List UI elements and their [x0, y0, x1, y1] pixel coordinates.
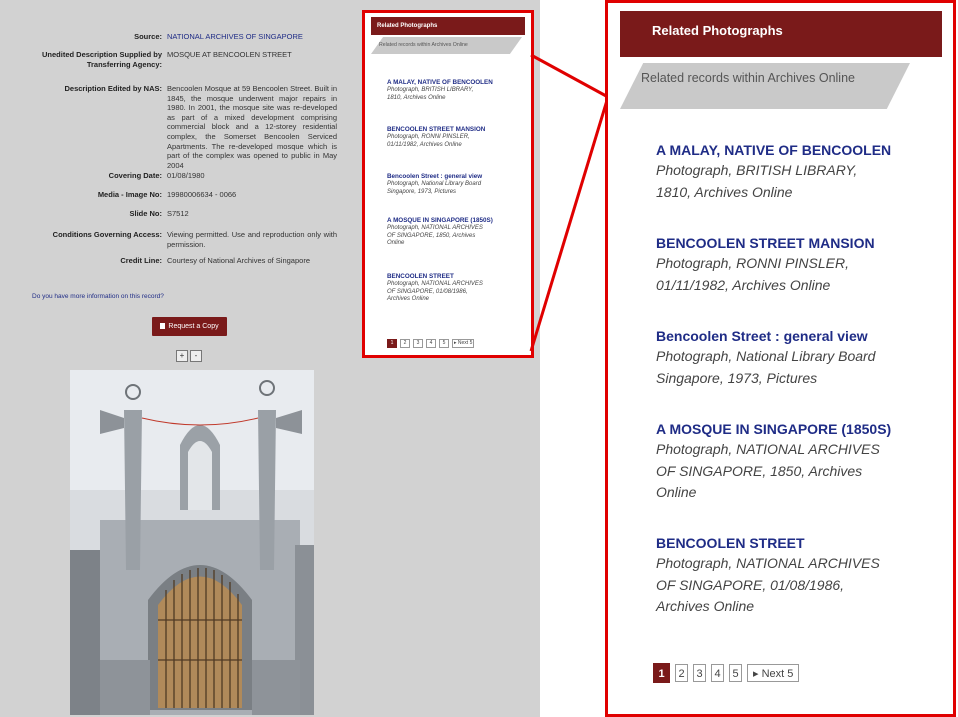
- next-arrow-icon: ▸: [753, 668, 759, 680]
- related-item-desc: Photograph, NATIONAL ARCHIVES: [387, 281, 483, 287]
- related-item[interactable]: A MOSQUE IN SINGAPORE (1850S) Photograph…: [656, 419, 926, 504]
- related-item[interactable]: BENCOOLEN STREET MANSION Photograph, RON…: [656, 233, 926, 296]
- related-item-title[interactable]: BENCOOLEN STREET MANSION: [656, 233, 926, 253]
- related-item-desc: OF SINGAPORE, 01/08/1986,: [387, 288, 468, 295]
- related-item-desc: Photograph, BRITISH LIBRARY,: [656, 162, 858, 178]
- related-item-title[interactable]: A MOSQUE IN SINGAPORE (1850S): [656, 419, 926, 439]
- page-3-button[interactable]: 3: [413, 339, 423, 348]
- related-item-title[interactable]: BENCOOLEN STREET: [656, 533, 926, 553]
- related-header: Related Photographs: [371, 17, 525, 35]
- related-item[interactable]: A MALAY, NATIVE OF BENCOOLEN Photograph,…: [656, 140, 926, 203]
- related-item-desc: 1810, Archives Online: [656, 183, 793, 200]
- next-page-button[interactable]: ▸ Next 5: [452, 339, 475, 348]
- related-item-title[interactable]: Bencoolen Street : general view: [387, 173, 522, 181]
- related-item[interactable]: A MOSQUE IN SINGAPORE (1850S) Photograph…: [387, 217, 522, 248]
- field-label: Conditions Governing Access:: [52, 230, 162, 239]
- field-value: S7512: [167, 209, 189, 218]
- field-value: Courtesy of National Archives of Singapo…: [167, 256, 310, 265]
- related-item-title[interactable]: BENCOOLEN STREET: [387, 273, 522, 281]
- related-item[interactable]: Bencoolen Street : general view Photogra…: [387, 173, 522, 196]
- related-item-title[interactable]: A MOSQUE IN SINGAPORE (1850S): [387, 217, 522, 225]
- related-item-desc: Photograph, RONNI PINSLER,: [656, 255, 849, 271]
- mosque-photo-illustration: [70, 370, 314, 715]
- page-1-button[interactable]: 1: [653, 663, 670, 683]
- field-value: Viewing permitted. Use and reproduction …: [167, 230, 337, 249]
- related-item-desc: OF SINGAPORE, 1850, Archives: [656, 462, 863, 479]
- related-item-desc: 01/11/1982, Archives Online: [387, 141, 462, 148]
- related-item-desc: OF SINGAPORE, 1850, Archives: [387, 232, 476, 239]
- related-item-desc: Photograph, NATIONAL ARCHIVES: [656, 441, 880, 457]
- record-page: Source: NATIONAL ARCHIVES OF SINGAPORE U…: [0, 0, 540, 717]
- record-details: Source: NATIONAL ARCHIVES OF SINGAPORE U…: [8, 8, 360, 717]
- related-item-desc: Photograph, NATIONAL ARCHIVES: [387, 225, 483, 231]
- more-info-link[interactable]: Do you have more information on this rec…: [32, 293, 164, 300]
- page-5-button[interactable]: 5: [439, 339, 449, 348]
- pagination: 1 2 3 4 5 ▸ Next 5: [387, 339, 475, 348]
- related-item-desc: Archives Online: [656, 598, 755, 614]
- field-value: MOSQUE AT BENCOOLEN STREET: [167, 50, 292, 59]
- related-item-desc: Online: [387, 240, 405, 246]
- field-label: Credit Line:: [120, 256, 162, 265]
- field-value: 19980006634 - 0066: [167, 190, 237, 199]
- field-label: Description Edited by NAS:: [64, 84, 162, 93]
- zoom-in-button[interactable]: +: [176, 350, 188, 362]
- page-5-button[interactable]: 5: [729, 664, 742, 682]
- zoom-out-button[interactable]: -: [190, 350, 202, 362]
- field-label: Slide No:: [129, 209, 162, 218]
- related-item[interactable]: Bencoolen Street : general view Photogra…: [656, 326, 926, 389]
- related-item[interactable]: BENCOOLEN STREET MANSION Photograph, RON…: [387, 126, 522, 149]
- related-header: Related Photographs: [620, 11, 942, 57]
- field-value[interactable]: NATIONAL ARCHIVES OF SINGAPORE: [167, 32, 337, 42]
- related-panel-small: Related Photographs Related records with…: [362, 10, 534, 358]
- field-value: 01/08/1980: [167, 171, 205, 180]
- related-item-title[interactable]: A MALAY, NATIVE OF BENCOOLEN: [387, 79, 522, 87]
- field-label: Source:: [134, 32, 162, 41]
- related-item-desc: Photograph, BRITISH LIBRARY,: [387, 87, 474, 93]
- related-item-desc: OF SINGAPORE, 01/08/1986,: [656, 576, 845, 593]
- related-item[interactable]: BENCOOLEN STREET Photograph, NATIONAL AR…: [387, 273, 522, 304]
- field-label: Media - Image No:: [97, 190, 162, 199]
- related-item-desc: Archives Online: [387, 296, 430, 302]
- related-item-desc: Online: [656, 484, 697, 500]
- related-item-desc: 1810, Archives Online: [387, 94, 446, 101]
- next-page-button[interactable]: ▸ Next 5: [747, 664, 800, 682]
- field-label: Unedited Description Supplied by Transfe…: [41, 50, 162, 69]
- related-item-desc: Photograph, NATIONAL ARCHIVES: [656, 555, 880, 571]
- related-item-desc: Photograph, National Library Board: [656, 348, 876, 364]
- related-item-title[interactable]: Bencoolen Street : general view: [656, 326, 926, 346]
- related-item-title[interactable]: A MALAY, NATIVE OF BENCOOLEN: [656, 140, 926, 160]
- next-page-label: Next 5: [457, 340, 473, 346]
- field-label: Covering Date:: [108, 171, 162, 180]
- related-item-title[interactable]: BENCOOLEN STREET MANSION: [387, 126, 522, 134]
- related-panel-zoomed: Related Photographs Related records with…: [605, 0, 956, 717]
- related-subheader: Related records within Archives Online: [371, 37, 522, 54]
- page-1-button[interactable]: 1: [387, 339, 397, 348]
- related-item-desc: 01/11/1982, Archives Online: [656, 276, 831, 293]
- request-copy-label: Request a Copy: [168, 323, 219, 330]
- related-item-desc: Photograph, RONNI PINSLER,: [387, 134, 470, 140]
- mosque-photograph: [70, 370, 314, 715]
- related-item-desc: Photograph, National Library Board: [387, 181, 482, 187]
- request-copy-button[interactable]: Request a Copy: [152, 317, 227, 336]
- page-4-button[interactable]: 4: [711, 664, 724, 682]
- related-item-desc: Singapore, 1973, Pictures: [387, 188, 457, 195]
- page-2-button[interactable]: 2: [675, 664, 688, 682]
- related-item[interactable]: BENCOOLEN STREET Photograph, NATIONAL AR…: [656, 533, 926, 618]
- pagination: 1 2 3 4 5 ▸ Next 5: [653, 663, 800, 683]
- page-4-button[interactable]: 4: [426, 339, 436, 348]
- next-page-label: Next 5: [761, 668, 794, 680]
- page-2-button[interactable]: 2: [400, 339, 410, 348]
- field-value: Bencoolen Mosque at 59 Bencoolen Street.…: [167, 84, 337, 170]
- related-subheader: Related records within Archives Online: [641, 71, 855, 85]
- page-3-button[interactable]: 3: [693, 664, 706, 682]
- related-item-desc: Singapore, 1973, Pictures: [656, 369, 818, 386]
- document-icon: [160, 323, 166, 329]
- related-item[interactable]: A MALAY, NATIVE OF BENCOOLEN Photograph,…: [387, 79, 522, 102]
